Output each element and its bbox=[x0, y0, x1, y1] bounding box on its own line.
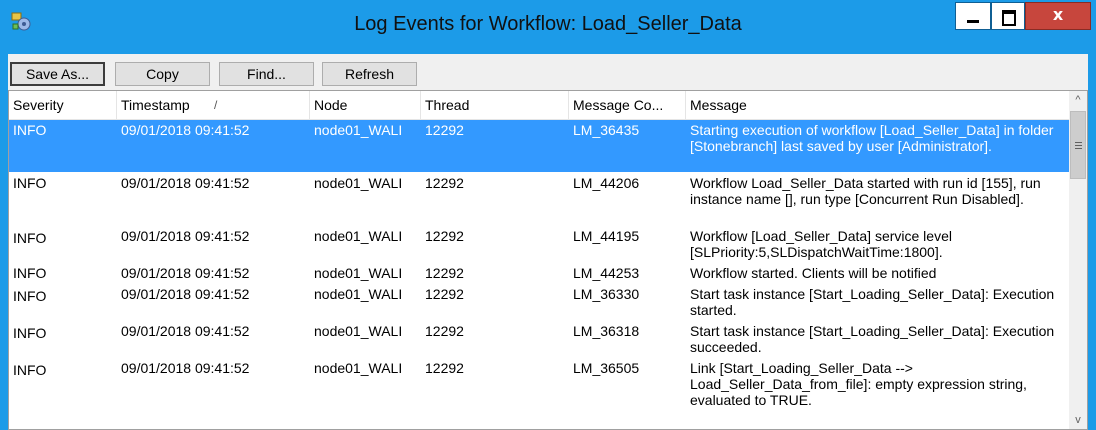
column-header-thread[interactable]: Thread bbox=[421, 91, 569, 119]
message-code-cell: LM_36318 bbox=[573, 323, 640, 339]
severity-cell: INFO bbox=[13, 175, 47, 191]
save-as-button[interactable]: Save As... bbox=[10, 62, 105, 86]
severity-cell: INFO bbox=[13, 288, 47, 304]
node-cell: node01_WALI bbox=[314, 286, 403, 302]
vertical-scrollbar[interactable]: ^ v bbox=[1069, 91, 1087, 429]
severity-cell: INFO bbox=[13, 325, 47, 341]
timestamp-cell: 09/01/2018 09:41:52 bbox=[121, 323, 250, 339]
column-header-severity[interactable]: Severity bbox=[9, 91, 117, 119]
node-cell: node01_WALI bbox=[314, 360, 403, 376]
message-cell: Workflow started. Clients will be notifi… bbox=[690, 265, 937, 281]
timestamp-cell: 09/01/2018 09:41:52 bbox=[121, 122, 250, 138]
severity-cell: INFO bbox=[13, 265, 47, 281]
node-cell: node01_WALI bbox=[314, 122, 403, 138]
message-code-cell: LM_44253 bbox=[573, 265, 640, 281]
thread-cell: 12292 bbox=[425, 228, 464, 244]
message-cell: Start task instance [Start_Loading_Selle… bbox=[690, 323, 1055, 355]
message-code-cell: LM_36330 bbox=[573, 286, 640, 302]
timestamp-cell: 09/01/2018 09:41:52 bbox=[121, 286, 250, 302]
node-cell: node01_WALI bbox=[314, 175, 403, 191]
table-row[interactable]: INFO 09/01/2018 09:41:52 node01_WALI 122… bbox=[9, 358, 1069, 429]
message-code-cell: LM_44195 bbox=[573, 228, 640, 244]
node-cell: node01_WALI bbox=[314, 228, 403, 244]
column-header-timestamp[interactable]: Timestamp / bbox=[117, 91, 310, 119]
column-header-timestamp-label: Timestamp bbox=[121, 97, 190, 113]
timestamp-cell: 09/01/2018 09:41:52 bbox=[121, 228, 250, 244]
close-icon: x bbox=[1052, 5, 1064, 24]
message-cell: Workflow [Load_Seller_Data] service leve… bbox=[690, 228, 952, 260]
table-row[interactable]: INFO 09/01/2018 09:41:52 node01_WALI 122… bbox=[9, 263, 1069, 283]
node-cell: node01_WALI bbox=[314, 323, 403, 339]
thread-cell: 12292 bbox=[425, 286, 464, 302]
table-row[interactable]: INFO 09/01/2018 09:41:52 node01_WALI 122… bbox=[9, 284, 1069, 320]
thread-cell: 12292 bbox=[425, 360, 464, 376]
find-button[interactable]: Find... bbox=[219, 62, 314, 86]
message-cell: Workflow Load_Seller_Data started with r… bbox=[690, 175, 1041, 207]
log-events-table[interactable]: Severity Timestamp / Node Thread Message… bbox=[8, 90, 1088, 430]
column-header-message[interactable]: Message bbox=[686, 91, 1069, 119]
copy-button[interactable]: Copy bbox=[115, 62, 210, 86]
toolbar: Save As... Copy Find... Refresh bbox=[8, 54, 1088, 88]
maximize-button[interactable] bbox=[991, 2, 1025, 30]
thread-cell: 12292 bbox=[425, 122, 464, 138]
column-header-node[interactable]: Node bbox=[310, 91, 421, 119]
window-title: Log Events for Workflow: Load_Seller_Dat… bbox=[354, 13, 742, 35]
scroll-down-icon[interactable]: v bbox=[1069, 411, 1087, 429]
sort-indicator-icon: / bbox=[214, 98, 218, 112]
refresh-button[interactable]: Refresh bbox=[322, 62, 417, 86]
table-header: Severity Timestamp / Node Thread Message… bbox=[9, 91, 1069, 120]
message-cell: Link [Start_Loading_Seller_Data --> Load… bbox=[690, 360, 1027, 408]
severity-cell: INFO bbox=[13, 122, 47, 138]
dialog-client-area: Save As... Copy Find... Refresh Severity… bbox=[8, 54, 1088, 430]
scrollbar-thumb[interactable] bbox=[1070, 111, 1086, 179]
thread-cell: 12292 bbox=[425, 323, 464, 339]
scroll-up-icon[interactable]: ^ bbox=[1069, 91, 1087, 109]
maximize-icon bbox=[1002, 10, 1016, 26]
log-events-window: Log Events for Workflow: Load_Seller_Dat… bbox=[0, 0, 1096, 430]
severity-cell: INFO bbox=[13, 230, 47, 246]
table-row[interactable]: INFO 09/01/2018 09:41:52 node01_WALI 122… bbox=[9, 226, 1069, 262]
timestamp-cell: 09/01/2018 09:41:52 bbox=[121, 360, 250, 376]
column-header-message-code[interactable]: Message Co... bbox=[569, 91, 686, 119]
message-cell: Start task instance [Start_Loading_Selle… bbox=[690, 286, 1055, 318]
message-code-cell: LM_36505 bbox=[573, 360, 640, 376]
severity-cell: INFO bbox=[13, 362, 47, 378]
title-bar[interactable]: Log Events for Workflow: Load_Seller_Dat… bbox=[0, 0, 1096, 54]
close-button[interactable]: x bbox=[1025, 2, 1091, 30]
node-cell: node01_WALI bbox=[314, 265, 403, 281]
thread-cell: 12292 bbox=[425, 175, 464, 191]
message-code-cell: LM_44206 bbox=[573, 175, 640, 191]
table-row[interactable]: INFO 09/01/2018 09:41:52 node01_WALI 122… bbox=[9, 120, 1069, 172]
message-code-cell: LM_36435 bbox=[573, 122, 640, 138]
thread-cell: 12292 bbox=[425, 265, 464, 281]
grip-icon bbox=[1075, 142, 1082, 143]
minimize-icon bbox=[967, 20, 979, 23]
message-cell: Starting execution of workflow [Load_Sel… bbox=[690, 122, 1054, 154]
timestamp-cell: 09/01/2018 09:41:52 bbox=[121, 175, 250, 191]
table-row[interactable]: INFO 09/01/2018 09:41:52 node01_WALI 122… bbox=[9, 173, 1069, 225]
minimize-button[interactable] bbox=[955, 2, 991, 30]
timestamp-cell: 09/01/2018 09:41:52 bbox=[121, 265, 250, 281]
table-row[interactable]: INFO 09/01/2018 09:41:52 node01_WALI 122… bbox=[9, 321, 1069, 357]
